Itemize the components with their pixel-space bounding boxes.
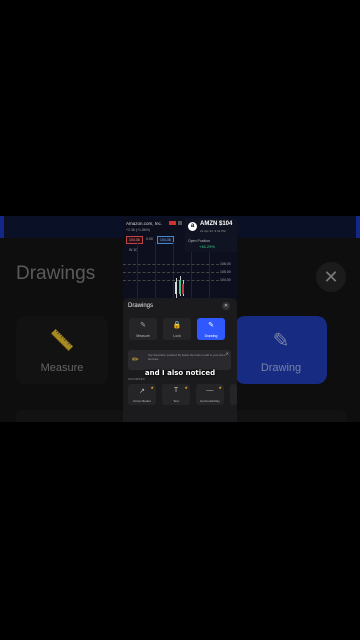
ruler-icon: ✎ (140, 322, 146, 329)
candle (175, 282, 177, 294)
video-caption: and I also noticed (144, 369, 216, 377)
phone-screen: Amazon.com, Inc. +2.36 (+1.86%) 104.36 0… (123, 218, 237, 422)
spread-value: 0.00 (146, 237, 153, 241)
favorite-text[interactable]: ★ T Text (162, 384, 190, 405)
flag-icon (169, 221, 176, 225)
price-line (123, 280, 219, 281)
price-label: 104.00 (220, 278, 231, 282)
favorite-partial[interactable] (230, 384, 237, 405)
price-line (123, 264, 219, 265)
close-icon[interactable]: ✕ (222, 302, 230, 310)
tip-text: Tap 'Favorites' (marked ★) below the too… (148, 353, 226, 361)
price-label: 105.00 (220, 270, 231, 274)
open-position-value: +46.29% (199, 244, 215, 249)
measure-tool-button[interactable]: ✎ Measure (129, 318, 157, 340)
favorites-heading: FAVORITES (128, 377, 145, 381)
measure-tool-label: Measure (136, 334, 150, 338)
favorite-label: Arrow Marker (132, 399, 151, 403)
favorites-tip: ✏ Tap 'Favorites' (marked ★) below the t… (128, 350, 231, 370)
drawings-sheet: Drawings ✕ ✎ Measure 🔒 Lock ✎ Drawing ✏ … (123, 298, 237, 422)
price-line (123, 272, 219, 273)
arrow-marker-icon: ↗ (139, 388, 145, 395)
text-icon: T (173, 387, 179, 394)
stock-chart[interactable]: Amazon.com, Inc. +2.36 (+1.86%) 104.36 0… (123, 218, 237, 302)
open-position-label: Open Position (188, 239, 210, 243)
buy-button[interactable]: 104.36 (157, 236, 174, 244)
pencil-star-icon: ✏ (132, 355, 139, 364)
horizontal-ray-icon: — (206, 387, 214, 394)
price-label: 106.00 (220, 262, 231, 266)
stock-name: Amazon.com, Inc. (126, 221, 163, 226)
lock-tool-button[interactable]: 🔒 Lock (163, 318, 191, 340)
lock-tool-label: Lock (173, 334, 181, 338)
favorite-horizontal-ray[interactable]: ★ — Horizontal Ray (196, 384, 224, 405)
stock-change: +2.36 (+1.86%) (126, 228, 151, 232)
amazon-logo-icon: a (188, 222, 197, 231)
sheet-title: Drawings (128, 303, 154, 309)
drawing-tool-label: Drawing (204, 334, 218, 338)
favorite-arrow-marker[interactable]: ★ ↗ Arrow Marker (128, 384, 156, 405)
lock-icon: 🔒 (172, 322, 182, 329)
menu-icon[interactable] (178, 221, 182, 225)
candle (179, 280, 181, 294)
candle (182, 284, 184, 294)
ticker-symbol: AMZN $104 (200, 221, 233, 227)
ticker-panel[interactable]: a AMZN $104 21 Apr 23, 9:41 PM Open Posi… (185, 218, 237, 252)
ticker-timestamp: 21 Apr 23, 9:41 PM (200, 229, 226, 233)
favorite-label: Horizontal Ray (200, 399, 220, 403)
tip-close-icon[interactable]: ✕ (226, 351, 229, 356)
sell-button[interactable]: 104.36 (126, 236, 143, 244)
favorite-label: Text (173, 399, 179, 403)
pencil-lock-icon: ✎ (208, 322, 214, 329)
drawing-tool-button[interactable]: ✎ Drawing (197, 318, 225, 340)
